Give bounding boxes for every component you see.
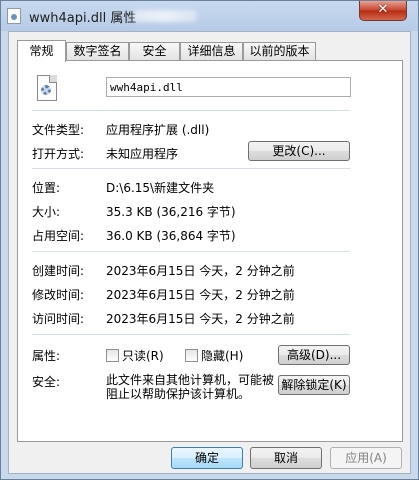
close-button[interactable]: ✕	[359, 1, 407, 21]
advanced-button[interactable]: 高级(D)...	[278, 345, 350, 365]
size-value: 35.3 KB (36,216 字节)	[106, 205, 236, 219]
apply-button[interactable]: 应用(A)	[330, 447, 402, 469]
title-bar[interactable]: wwh4api.dll 属性 ✕	[1, 1, 418, 31]
opens-with-label: 打开方式:	[32, 147, 85, 161]
tab-general[interactable]: 常规	[17, 40, 66, 62]
created-value: 2023年6月15日 今天，2 分钟之前	[106, 264, 295, 278]
opens-with-value: 未知应用程序	[106, 147, 179, 161]
dll-file-icon	[7, 8, 21, 24]
security-label: 安全:	[32, 375, 61, 389]
window-title: wwh4api.dll 属性	[29, 11, 137, 26]
size-on-disk-value: 36.0 KB (36,864 字节)	[106, 229, 236, 243]
tab-digital-signatures[interactable]: 数字签名	[66, 42, 129, 60]
change-button[interactable]: 更改(C)...	[248, 141, 350, 161]
dll-file-icon	[37, 75, 57, 101]
dialog-client-area: 常规 数字签名 安全 详细信息 以前的版本 文件类型: 应用程序扩展 (.dll…	[8, 31, 411, 474]
accessed-label: 访问时间:	[32, 312, 85, 326]
accessed-value: 2023年6月15日 今天，2 分钟之前	[106, 312, 295, 326]
divider	[32, 251, 350, 252]
cancel-button[interactable]: 取消	[250, 447, 322, 469]
attributes-label: 属性:	[32, 349, 61, 363]
location-label: 位置:	[32, 181, 61, 195]
security-message: 此文件来自其他计算机，可能被阻止以帮助保护该计算机。	[106, 373, 275, 401]
readonly-checkbox[interactable]	[106, 349, 119, 362]
tab-details[interactable]: 详细信息	[180, 42, 243, 60]
modified-value: 2023年6月15日 今天，2 分钟之前	[106, 288, 295, 302]
ok-button[interactable]: 确定	[171, 447, 243, 469]
size-label: 大小:	[32, 205, 61, 219]
created-label: 创建时间:	[32, 264, 85, 278]
tab-previous-versions[interactable]: 以前的版本	[243, 42, 316, 60]
file-type-value: 应用程序扩展 (.dll)	[106, 123, 210, 137]
divider	[32, 334, 350, 335]
file-name-input[interactable]	[106, 77, 351, 97]
divider	[32, 110, 350, 111]
location-value: D:\6.15\新建文件夹	[106, 181, 215, 195]
title-blur-overlay	[133, 10, 197, 22]
modified-label: 修改时间:	[32, 288, 85, 302]
hidden-label[interactable]: 隐藏(H)	[201, 347, 243, 364]
file-type-label: 文件类型:	[32, 123, 85, 137]
general-panel: 文件类型: 应用程序扩展 (.dll) 打开方式: 未知应用程序 更改(C)..…	[17, 60, 403, 442]
gear-icon	[41, 85, 51, 95]
divider	[32, 168, 350, 169]
readonly-label[interactable]: 只读(R)	[122, 347, 164, 364]
hidden-checkbox[interactable]	[185, 349, 198, 362]
size-on-disk-label: 占用空间:	[32, 229, 85, 243]
tab-security[interactable]: 安全	[129, 42, 180, 60]
properties-window: wwh4api.dll 属性 ✕ 常规 数字签名 安全 详细信息 以前的版本 文…	[0, 0, 419, 480]
unblock-button[interactable]: 解除锁定(K)	[278, 375, 350, 395]
